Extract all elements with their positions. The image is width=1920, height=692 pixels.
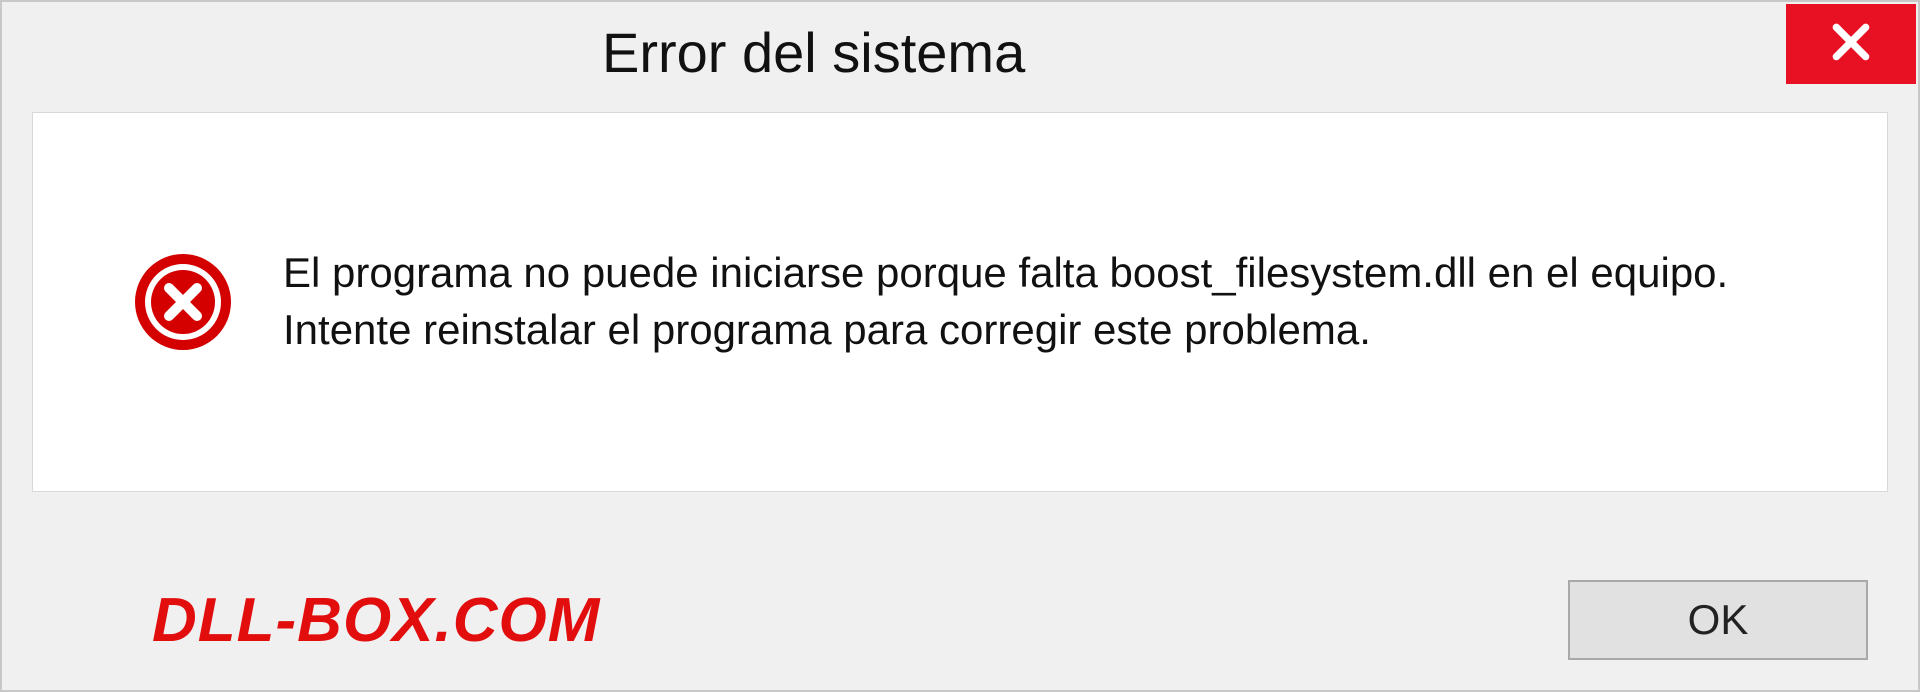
error-icon xyxy=(133,252,233,352)
error-dialog: Error del sistema El programa no puede i… xyxy=(0,0,1920,692)
dialog-title: Error del sistema xyxy=(602,20,1025,85)
titlebar: Error del sistema xyxy=(2,2,1918,102)
close-button[interactable] xyxy=(1786,4,1916,84)
footer: DLL-BOX.COM OK xyxy=(2,580,1918,660)
error-message: El programa no puede iniciarse porque fa… xyxy=(283,245,1767,358)
ok-button[interactable]: OK xyxy=(1568,580,1868,660)
content-panel: El programa no puede iniciarse porque fa… xyxy=(32,112,1888,492)
watermark-text: DLL-BOX.COM xyxy=(152,585,600,656)
close-icon xyxy=(1829,20,1873,69)
